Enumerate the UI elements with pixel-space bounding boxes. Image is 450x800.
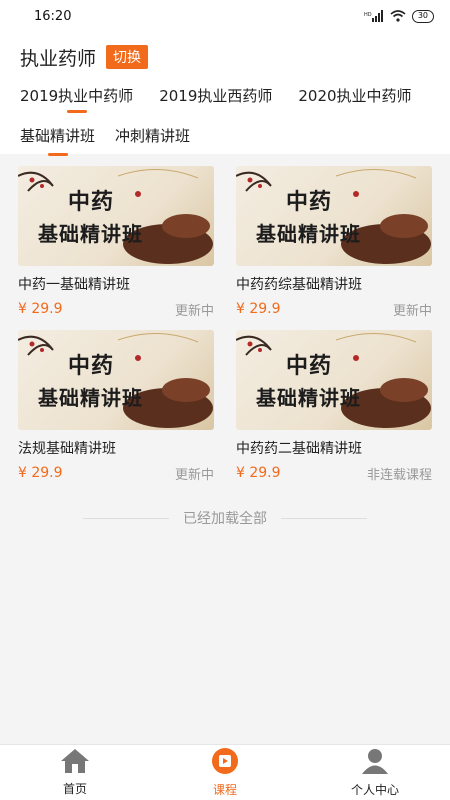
course-meta: ¥ 29.9 更新中 (18, 300, 214, 319)
course-card[interactable]: 中药 基础精讲班 法规基础精讲班 ¥ 29.9 更新中 (18, 330, 214, 483)
status-time: 16:20 (34, 8, 72, 24)
nav-home-label: 首页 (62, 782, 87, 796)
course-meta: ¥ 29.9 更新中 (18, 464, 214, 483)
signal-icon: HD (364, 10, 384, 22)
switch-button[interactable]: 切换 (106, 45, 149, 69)
thumbnail-title-line1: 中药 (68, 354, 115, 379)
thumbnail-title-line2: 基础精讲班 (38, 222, 143, 246)
wifi-icon (390, 10, 406, 22)
home-icon (60, 748, 90, 777)
course-status: 更新中 (174, 303, 214, 319)
tab-2019-chinese-pharmacist[interactable]: 2019执业中药师 (20, 82, 133, 113)
course-card[interactable]: 中药 基础精讲班 中药一基础精讲班 ¥ 29.9 更新中 (18, 166, 214, 319)
battery-icon: 30 (411, 9, 434, 23)
class-type-tabs: 基础精讲班 冲刺精讲班 (20, 116, 450, 156)
thumbnail-title-line1: 中药 (286, 190, 333, 215)
status-icons: HD 30 (364, 9, 434, 23)
tab-sprint-class[interactable]: 冲刺精讲班 (115, 125, 190, 146)
course-meta: ¥ 29.9 更新中 (236, 300, 432, 319)
course-card[interactable]: 中药 基础精讲班 中药药综基础精讲班 ¥ 29.9 更新中 (236, 166, 432, 319)
course-meta: ¥ 29.9 非连载课程 (236, 464, 432, 483)
divider (281, 517, 367, 519)
person-icon (360, 747, 390, 778)
status-bar: 16:20 HD 30 (0, 0, 450, 32)
course-thumbnail: 中药 基础精讲班 (236, 166, 432, 266)
course-status: 更新中 (174, 467, 214, 483)
nav-course[interactable]: 课程 (150, 745, 300, 800)
course-title: 中药药综基础精讲班 (236, 277, 362, 293)
course-grid: 中药 基础精讲班 中药一基础精讲班 ¥ 29.9 更新中 中药 基础精讲班 中药… (0, 154, 450, 483)
course-status: 更新中 (392, 303, 432, 319)
svg-text:HD: HD (364, 12, 372, 18)
page-title: 执业药师 (20, 47, 97, 70)
thumbnail-title-line2: 基础精讲班 (256, 222, 361, 246)
course-price: ¥ 29.9 (236, 465, 281, 481)
course-price: ¥ 29.9 (18, 465, 63, 481)
all-loaded-indicator: 已经加载全部 (0, 508, 450, 528)
course-thumbnail: 中药 基础精讲班 (236, 330, 432, 430)
nav-home[interactable]: 首页 (0, 745, 150, 800)
nav-profile[interactable]: 个人中心 (300, 745, 450, 800)
tab-2020-chinese-pharmacist[interactable]: 2020执业中药师 (298, 82, 411, 106)
bottom-nav: 首页 课程 个人中心 (0, 744, 450, 800)
thumbnail-title-line1: 中药 (286, 354, 333, 379)
course-price: ¥ 29.9 (18, 301, 63, 317)
nav-course-label: 课程 (212, 783, 237, 797)
header: 执业药师 切换 2019执业中药师 2019执业西药师 2020执业中药师 基础… (0, 32, 450, 156)
tab-basic-class[interactable]: 基础精讲班 (20, 125, 95, 156)
course-title: 中药一基础精讲班 (18, 277, 130, 293)
course-title: 中药药二基础精讲班 (236, 441, 362, 457)
course-price: ¥ 29.9 (236, 301, 281, 317)
course-play-icon (210, 747, 240, 778)
course-thumbnail: 中药 基础精讲班 (18, 166, 214, 266)
thumbnail-title-line2: 基础精讲班 (38, 386, 143, 410)
exam-tabs: 2019执业中药师 2019执业西药师 2020执业中药师 (20, 82, 450, 116)
course-status: 非连载课程 (366, 467, 432, 483)
tab-2019-western-pharmacist[interactable]: 2019执业西药师 (159, 82, 272, 106)
nav-profile-label: 个人中心 (350, 783, 399, 797)
thumbnail-title-line2: 基础精讲班 (256, 386, 361, 410)
divider (83, 517, 169, 519)
course-title: 法规基础精讲班 (18, 441, 116, 457)
title-row: 执业药师 切换 (20, 32, 450, 82)
thumbnail-title-line1: 中药 (68, 190, 115, 215)
course-card[interactable]: 中药 基础精讲班 中药药二基础精讲班 ¥ 29.9 非连载课程 (236, 330, 432, 483)
all-loaded-text: 已经加载全部 (183, 511, 267, 527)
course-thumbnail: 中药 基础精讲班 (18, 330, 214, 430)
